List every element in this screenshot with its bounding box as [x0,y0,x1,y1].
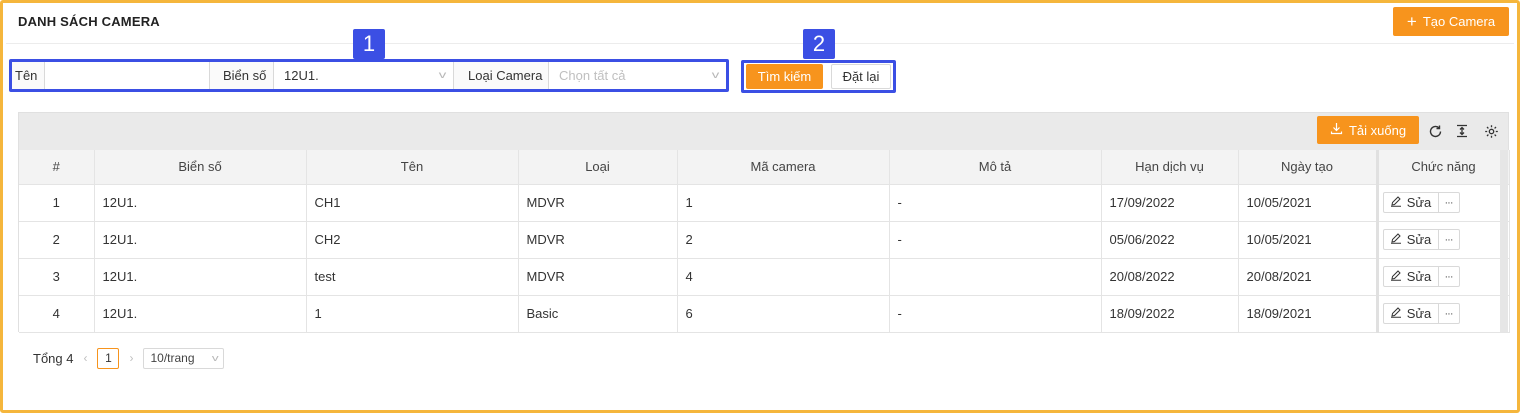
cell-type: MDVR [518,258,678,296]
annotation-highlight-filters [9,59,729,92]
column-header-created: Ngày tạo [1238,150,1378,185]
edit-label: Sửa [1406,269,1432,284]
cell-created: 20/08/2021 [1238,258,1378,296]
annotation-highlight-actions [741,60,896,93]
more-actions-button[interactable]: ··· [1438,303,1460,324]
more-actions-button[interactable]: ··· [1438,229,1460,250]
edit-icon [1390,306,1402,321]
download-button[interactable]: Tải xuống [1317,116,1419,144]
cell-type: MDVR [518,184,678,222]
table-toolbar: Tải xuống [19,113,1508,150]
plus-icon: + [1406,12,1417,31]
page-size-select[interactable]: 10/trang v [143,347,225,369]
cell-actions: Sửa ··· [1375,184,1510,222]
prev-page-icon[interactable]: ‹ [83,351,87,365]
table-row: 2 12U1. CH2 MDVR 2 - 05/06/2022 10/05/20… [19,221,1510,259]
cell-created: 18/09/2021 [1238,295,1378,333]
edit-icon [1390,269,1402,284]
cell-description: - [889,221,1102,259]
cell-created: 10/05/2021 [1238,221,1378,259]
page-number-current[interactable]: 1 [97,347,120,369]
next-page-icon[interactable]: › [129,351,133,365]
cell-index: 4 [19,295,95,333]
header-divider [6,43,1514,44]
cell-plate: 12U1. [94,258,307,296]
table-header-row: # Biển số Tên Loại Mã camera Mô tả Hạn d… [19,150,1510,185]
cell-expiry: 18/09/2022 [1101,295,1239,333]
column-header-type: Loại [518,150,678,185]
cell-code: 1 [677,184,890,222]
cell-plate: 12U1. [94,184,307,222]
edit-label: Sửa [1406,306,1432,321]
table-row: 1 12U1. CH1 MDVR 1 - 17/09/2022 10/05/20… [19,184,1510,222]
column-header-actions: Chức năng [1375,150,1510,185]
cell-expiry: 17/09/2022 [1101,184,1239,222]
edit-button[interactable]: Sửa [1382,229,1439,250]
pagination-total: Tổng 4 [33,350,74,366]
more-actions-button[interactable]: ··· [1438,192,1460,213]
cell-name: CH2 [306,221,519,259]
cell-actions: Sửa ··· [1375,295,1510,333]
cell-plate: 12U1. [94,295,307,333]
create-camera-button[interactable]: + Tạo Camera [1393,7,1509,36]
camera-table-panel: Tải xuống # Biển số Tên Loại Mã camera M… [18,112,1510,333]
table-scrollbar[interactable] [1500,150,1508,332]
chevron-down-icon: v [211,353,219,363]
column-height-icon[interactable] [1453,122,1471,140]
cell-index: 3 [19,258,95,296]
cell-index: 2 [19,221,95,259]
edit-button[interactable]: Sửa [1382,303,1439,324]
pagination: Tổng 4 ‹ 1 › 10/trang v [33,347,225,369]
edit-icon [1390,195,1402,210]
annotation-badge-1: 1 [353,29,385,59]
cell-code: 2 [677,221,890,259]
cell-plate: 12U1. [94,221,307,259]
cell-description: - [889,184,1102,222]
cell-code: 6 [677,295,890,333]
more-actions-button[interactable]: ··· [1438,266,1460,287]
cell-expiry: 20/08/2022 [1101,258,1239,296]
column-header-name: Tên [306,150,519,185]
download-icon [1330,122,1343,138]
edit-icon [1390,232,1402,247]
cell-name: test [306,258,519,296]
cell-type: Basic [518,295,678,333]
column-header-expiry: Hạn dịch vụ [1101,150,1239,185]
table-row: 4 12U1. 1 Basic 6 - 18/09/2022 18/09/202… [19,295,1510,333]
cell-created: 10/05/2021 [1238,184,1378,222]
cell-type: MDVR [518,221,678,259]
annotation-badge-2: 2 [803,29,835,59]
edit-button[interactable]: Sửa [1382,266,1439,287]
cell-actions: Sửa ··· [1375,221,1510,259]
cell-actions: Sửa ··· [1375,258,1510,296]
refresh-icon[interactable] [1426,122,1444,140]
create-camera-label: Tạo Camera [1422,14,1496,29]
cell-description: - [889,295,1102,333]
column-header-index: # [19,150,95,185]
cell-expiry: 05/06/2022 [1101,221,1239,259]
settings-icon[interactable] [1482,122,1500,140]
column-header-plate: Biển số [94,150,307,185]
column-header-code: Mã camera [677,150,890,185]
cell-name: CH1 [306,184,519,222]
download-label: Tải xuống [1348,122,1407,138]
edit-label: Sửa [1406,195,1432,210]
column-header-description: Mô tả [889,150,1102,185]
cell-description [889,258,1102,296]
cell-index: 1 [19,184,95,222]
page-title: DANH SÁCH CAMERA [18,14,160,29]
cell-name: 1 [306,295,519,333]
edit-button[interactable]: Sửa [1382,192,1439,213]
page-size-value: 10/trang [150,351,195,365]
table-row: 3 12U1. test MDVR 4 20/08/2022 20/08/202… [19,258,1510,296]
edit-label: Sửa [1406,232,1432,247]
camera-table: # Biển số Tên Loại Mã camera Mô tả Hạn d… [19,150,1510,333]
cell-code: 4 [677,258,890,296]
